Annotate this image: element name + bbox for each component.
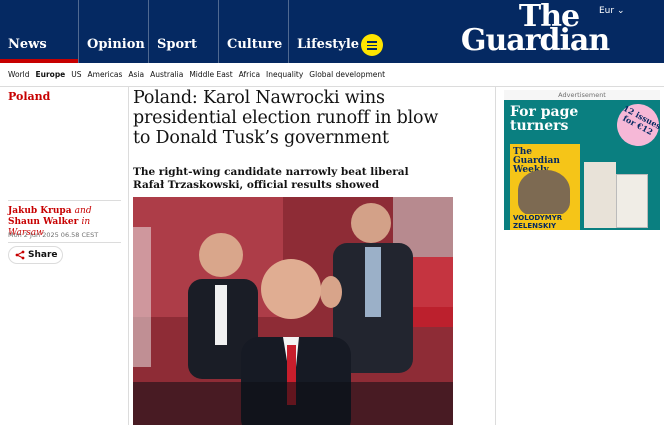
pillar-opinion[interactable]: Opinion bbox=[78, 0, 148, 63]
byline-divider bbox=[8, 200, 121, 201]
pillar-news-label: News bbox=[8, 37, 47, 52]
ad-magazine-cover: The Guardian Weekly VOLODYMYR ZELENSKIY bbox=[510, 144, 580, 230]
menu-button[interactable] bbox=[361, 34, 383, 56]
ad-offer-badge: 12 issues for €12 bbox=[609, 100, 660, 154]
hamburger-menu-icon-line2 bbox=[367, 44, 377, 46]
subnav-asia[interactable]: Asia bbox=[128, 70, 144, 79]
ad-magazine-page-2 bbox=[616, 174, 648, 228]
section-label[interactable]: Poland bbox=[8, 90, 50, 103]
share-icon bbox=[15, 250, 25, 260]
subnav-americas[interactable]: Americas bbox=[88, 70, 123, 79]
article-standfirst: The right-wing candidate narrowly beat l… bbox=[133, 166, 409, 191]
subnav-europe[interactable]: Europe bbox=[36, 70, 66, 79]
magazine-cover-name: VOLODYMYR ZELENSKIY bbox=[513, 214, 580, 230]
pillar-opinion-label: Opinion bbox=[87, 37, 145, 52]
pillar-news[interactable]: News bbox=[0, 0, 78, 63]
author-link[interactable]: Shaun Walker bbox=[8, 217, 78, 227]
left-column-divider bbox=[128, 87, 129, 425]
sub-navigation: World Europe US Americas Asia Australia … bbox=[0, 63, 664, 87]
subnav-us[interactable]: US bbox=[71, 70, 81, 79]
logo-line2: Guardian bbox=[460, 23, 610, 58]
byline-and: and bbox=[74, 206, 92, 216]
right-column-divider bbox=[495, 87, 496, 425]
pillar-lifestyle[interactable]: Lifestyle bbox=[288, 0, 360, 63]
guardian-logo[interactable]: The Guardian bbox=[450, 2, 620, 62]
subnav-inequality[interactable]: Inequality bbox=[266, 70, 303, 79]
pillar-culture[interactable]: Culture bbox=[218, 0, 288, 63]
ad-magazine-page bbox=[584, 162, 616, 228]
pillar-nav: News Opinion Sport Culture Lifestyle bbox=[0, 0, 360, 63]
article-main-image[interactable] bbox=[133, 197, 453, 425]
article-headline: Poland: Karol Nawrocki wins presidential… bbox=[133, 88, 439, 148]
pillar-culture-label: Culture bbox=[227, 37, 283, 52]
pillar-sport-label: Sport bbox=[157, 37, 198, 52]
site-header: News Opinion Sport Culture Lifestyle Eur… bbox=[0, 0, 664, 63]
advertisement-label: Advertisement bbox=[504, 90, 660, 100]
pillar-lifestyle-label: Lifestyle bbox=[297, 37, 360, 52]
share-button[interactable]: Share bbox=[8, 246, 63, 264]
advertisement[interactable]: For page turners 12 issues for €12 The G… bbox=[504, 100, 660, 230]
publish-date[interactable]: Mon 2 Jun 2025 06.58 CEST bbox=[8, 231, 98, 239]
date-divider bbox=[8, 242, 121, 243]
magazine-cover-photo bbox=[518, 170, 570, 216]
subnav-africa[interactable]: Africa bbox=[239, 70, 260, 79]
subnav-australia[interactable]: Australia bbox=[150, 70, 183, 79]
subnav-global-development[interactable]: Global development bbox=[309, 70, 385, 79]
author-link[interactable]: Jakub Krupa bbox=[8, 206, 72, 216]
subnav-world[interactable]: World bbox=[8, 70, 30, 79]
hamburger-menu-icon-line3 bbox=[367, 48, 377, 50]
pillar-sport[interactable]: Sport bbox=[148, 0, 218, 63]
subnav-middle-east[interactable]: Middle East bbox=[189, 70, 232, 79]
share-label: Share bbox=[28, 250, 58, 260]
hamburger-menu-icon bbox=[367, 41, 377, 43]
photo-scene bbox=[133, 197, 453, 425]
ad-title: For page turners bbox=[510, 104, 579, 134]
